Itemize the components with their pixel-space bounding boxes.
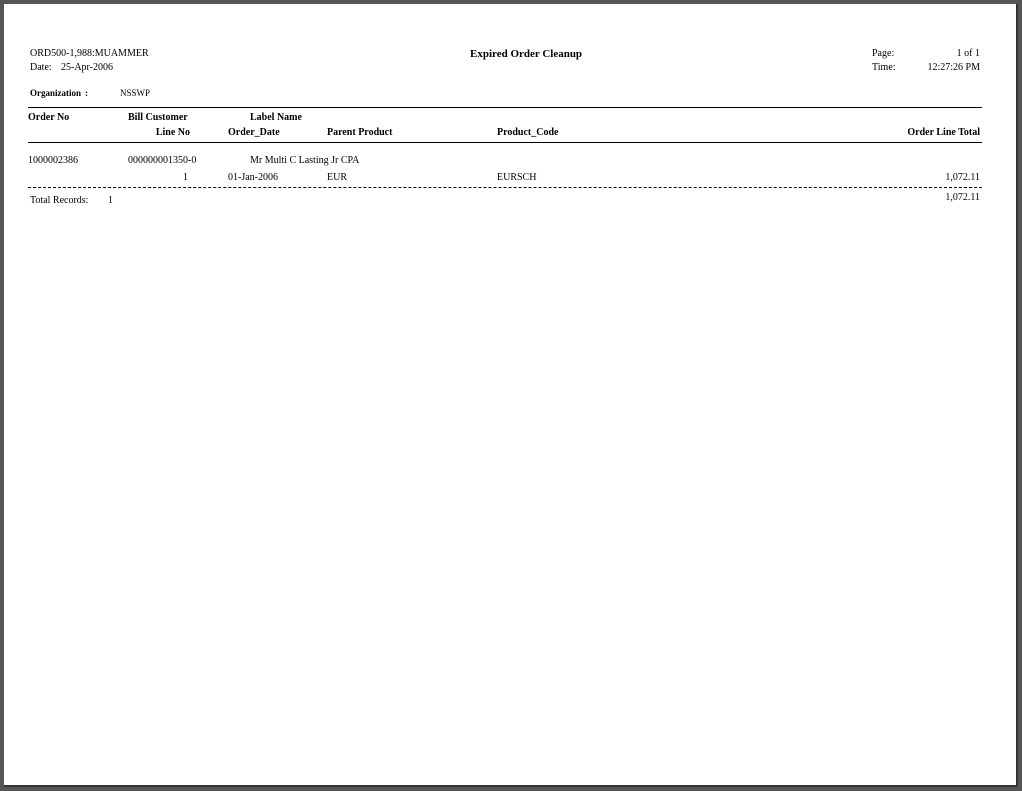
page-number: 1 of 1: [956, 48, 980, 59]
col-line-no: Line No: [155, 127, 190, 138]
col-product-code: Product_Code: [497, 127, 559, 138]
order-date: 01-Jan-2006: [228, 172, 278, 183]
organization-label: Organization: [30, 88, 81, 98]
header-top-rule: [28, 107, 982, 108]
page-label: Page:: [872, 48, 895, 59]
product-code: EURSCH: [497, 172, 537, 183]
col-order-line-total: Order Line Total: [907, 127, 980, 138]
col-bill-customer: Bill Customer: [128, 112, 188, 123]
order-line-total: 1,072.11: [945, 172, 980, 183]
report-id: ORD500-1,988:MUAMMER: [30, 48, 149, 59]
totals-dashed-rule: [28, 187, 982, 188]
grand-total: 1,072.11: [945, 192, 980, 203]
header-bottom-rule: [28, 142, 982, 143]
col-parent-product: Parent Product: [327, 127, 393, 138]
organization-value: NSSWP: [120, 88, 151, 98]
line-no: 1: [183, 172, 188, 183]
col-order-date: Order_Date: [228, 127, 280, 138]
report-page: ORD500-1,988:MUAMMER Date: 25-Apr-2006 E…: [4, 4, 1018, 787]
bill-customer: 000000001350-0: [128, 155, 197, 166]
col-order-no: Order No: [28, 112, 70, 123]
order-no: 1000002386: [28, 155, 78, 166]
col-label-name: Label Name: [250, 112, 302, 123]
parent-product: EUR: [327, 172, 347, 183]
label-name: Mr Multi C Lasting Jr CPA: [250, 155, 360, 166]
organization-separator: :: [85, 88, 88, 98]
total-records-value: 1: [108, 195, 113, 206]
report-title: Expired Order Cleanup: [470, 48, 583, 60]
report-date: 25-Apr-2006: [61, 62, 114, 73]
date-label: Date:: [30, 62, 52, 73]
total-records-label: Total Records:: [30, 195, 89, 206]
time-label: Time:: [872, 62, 896, 73]
report-time: 12:27:26 PM: [927, 62, 980, 73]
